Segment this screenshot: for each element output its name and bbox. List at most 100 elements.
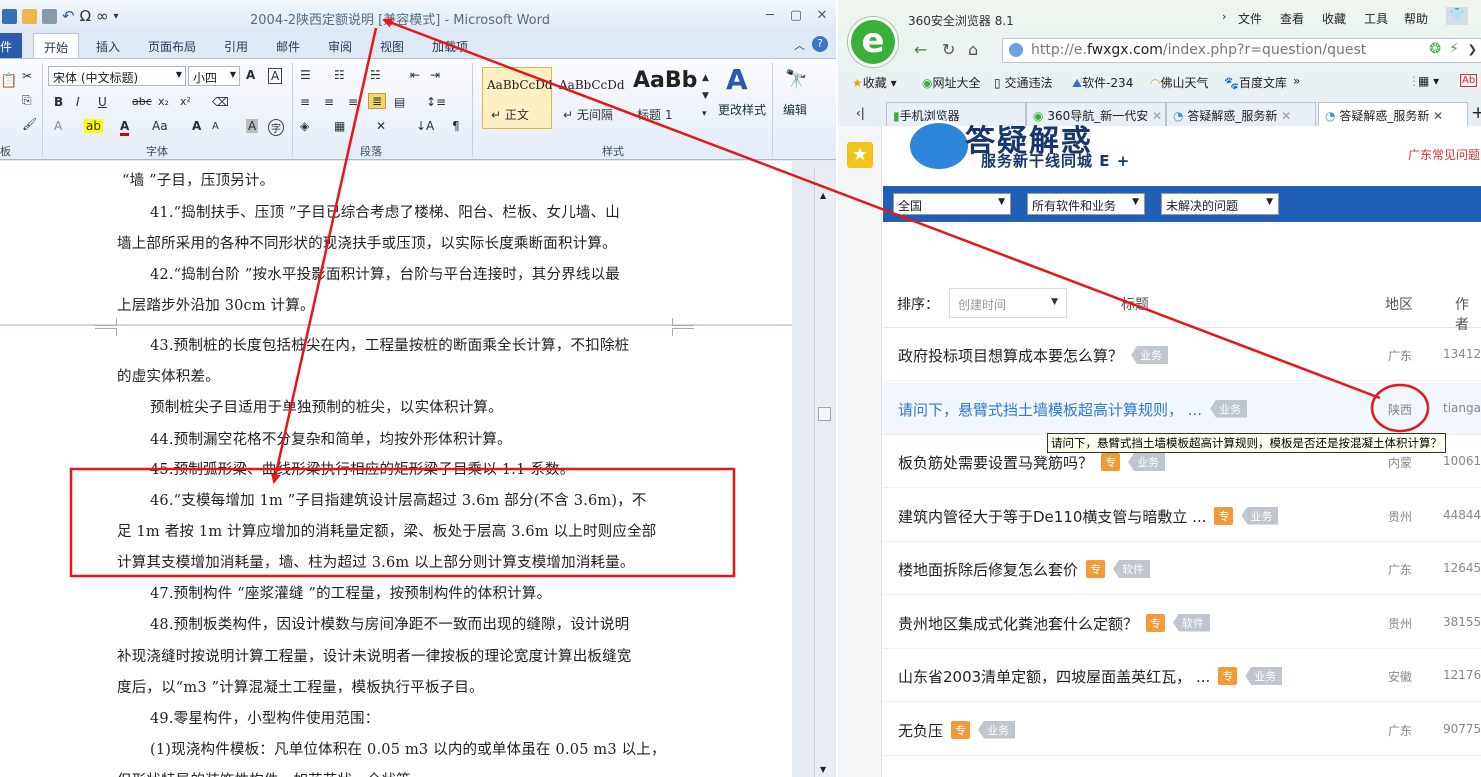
underline-button[interactable]: U: [98, 95, 107, 109]
omega-icon[interactable]: Ω: [80, 7, 91, 25]
shading-icon[interactable]: ◈: [300, 119, 309, 133]
tab-view[interactable]: 视图: [380, 38, 404, 55]
sort-select[interactable]: 创建时间 ▼: [949, 288, 1067, 318]
bold-button[interactable]: B: [54, 95, 63, 109]
home-icon[interactable]: ⌂: [968, 40, 978, 59]
menu-file[interactable]: 文件: [1238, 10, 1262, 27]
align-center-icon[interactable]: ≡: [324, 95, 334, 109]
style-no-spacing[interactable]: AaBbCcDd ↵ 无间隔: [554, 67, 626, 129]
styles-scroll-icon[interactable]: ▲ ▼ ▾: [702, 69, 709, 123]
new-tab-icon[interactable]: +: [1471, 103, 1481, 123]
common-questions-link[interactable]: 广东常见问题: [1408, 146, 1480, 163]
tab-mailings[interactable]: 邮件: [276, 38, 300, 55]
multilevel-list-icon[interactable]: ☵: [370, 68, 381, 82]
skin-icon[interactable]: 👕: [1446, 7, 1468, 25]
close-icon[interactable]: ✕: [812, 8, 832, 23]
vertical-scrollbar[interactable]: ▲ ▼: [814, 169, 834, 777]
menu-favorites[interactable]: 收藏: [1322, 10, 1346, 27]
tab-scroll-left-icon[interactable]: ‹|: [856, 106, 865, 120]
fav-software[interactable]: ⛰软件-234: [1072, 74, 1133, 91]
clear-format-icon[interactable]: ⌫: [212, 95, 229, 109]
question-author[interactable]: 126450: [1443, 561, 1481, 575]
line-spacing-icon[interactable]: ↕≡: [426, 95, 446, 109]
menu-view[interactable]: 查看: [1280, 10, 1304, 27]
question-row[interactable]: 贵州地区集成式化粪池套什么定额？专软件 贵州 381550: [883, 596, 1481, 649]
shrink-font-icon[interactable]: A: [212, 121, 219, 132]
copy-icon[interactable]: ⎘: [22, 93, 32, 108]
print-icon[interactable]: [42, 8, 57, 24]
font-color-icon[interactable]: A: [120, 119, 130, 136]
borders-icon[interactable]: ▦: [334, 119, 345, 133]
enclose-char-icon[interactable]: 字: [268, 119, 284, 136]
question-title-link[interactable]: 贵州地区集成式化粪池套什么定额？专软件: [898, 613, 1211, 634]
question-row[interactable]: 山东省2003清单定额，四坡屋面盖英红瓦， ...专业务 安徽 121769: [883, 649, 1481, 702]
refresh-icon[interactable]: ↻: [942, 40, 955, 59]
minimize-icon[interactable]: ─: [760, 8, 780, 23]
change-case-icon[interactable]: Aa: [152, 119, 168, 133]
question-row[interactable]: 请问下，悬臂式挡土墙模板超高计算规则， ...业务 陕西 tiangao: [883, 381, 1481, 435]
menu-help[interactable]: 帮助: [1404, 10, 1428, 27]
tab-home[interactable]: 开始: [33, 33, 80, 59]
maximize-icon[interactable]: ▢: [786, 8, 806, 23]
question-row[interactable]: 楼地面拆除后修复怎么套价专软件 广东 126450: [883, 542, 1481, 595]
tab-insert[interactable]: 插入: [96, 38, 120, 55]
sort-icon[interactable]: ↓A: [416, 119, 434, 133]
status-filter-select[interactable]: 未解决的问题 ▼: [1161, 193, 1279, 215]
scroll-thumb[interactable]: [818, 407, 831, 421]
save-icon[interactable]: [2, 8, 17, 24]
address-bar[interactable]: http://e.fwxgx.com/index.php?r=question/…: [1002, 38, 1481, 63]
collapse-ribbon-icon[interactable]: ︿: [794, 37, 805, 53]
editing-button[interactable]: 编辑: [783, 101, 807, 118]
browser-tab-qa-1[interactable]: ◔ 答疑解惑_服务新 ✕: [1166, 102, 1316, 126]
strikethrough-button[interactable]: abc: [132, 95, 152, 108]
text-effect-icon[interactable]: A: [54, 119, 62, 133]
change-styles-button[interactable]: 更改样式: [718, 101, 766, 118]
format-painter-icon[interactable]: 🖌: [22, 117, 37, 131]
question-author[interactable]: 100617: [1443, 454, 1481, 468]
fav-site-nav[interactable]: ◉网址大全: [922, 74, 981, 91]
question-author[interactable]: 134122: [1443, 347, 1481, 361]
superscript-button[interactable]: x²: [180, 95, 191, 108]
question-title-link[interactable]: 山东省2003清单定额，四坡屋面盖英红瓦， ... 专业务: [898, 666, 1283, 687]
security-icon[interactable]: ❂: [1429, 41, 1441, 57]
question-author[interactable]: tiangao: [1443, 401, 1481, 415]
justify-icon[interactable]: ≣: [368, 93, 387, 109]
question-author[interactable]: 381550: [1443, 615, 1481, 629]
more-favorites-icon[interactable]: »: [1293, 74, 1300, 88]
infinity-icon[interactable]: ∞: [96, 7, 109, 25]
url-dropdown-icon[interactable]: ❯: [1468, 43, 1477, 56]
tab-page-layout[interactable]: 页面布局: [148, 38, 196, 55]
scroll-up-icon[interactable]: ▲: [820, 191, 826, 200]
star-icon[interactable]: ★: [847, 142, 873, 168]
question-title-link[interactable]: 建筑内管径大于等于De110横支管与暗敷立 ... 专业务: [898, 506, 1279, 527]
question-title-link[interactable]: 请问下，悬臂式挡土墙模板超高计算规则， ... 业务: [898, 399, 1248, 420]
question-row[interactable]: 无负压专业务 广东 907754: [883, 703, 1481, 756]
scroll-down-icon[interactable]: ▼: [820, 765, 826, 774]
distributed-icon[interactable]: ▤: [394, 95, 405, 109]
question-author[interactable]: 121769: [1443, 668, 1481, 682]
increase-indent-icon[interactable]: ⇥: [430, 68, 440, 82]
question-author[interactable]: 907754: [1443, 722, 1481, 736]
question-row[interactable]: 建筑内管径大于等于De110横支管与暗敷立 ...专业务 贵州 448445: [883, 489, 1481, 542]
question-title-link[interactable]: 政府投标项目想算成本要怎么算？ 业务: [898, 345, 1169, 366]
fav-weather[interactable]: ◠佛山天气: [1150, 74, 1209, 91]
show-marks-icon[interactable]: ¶: [452, 119, 460, 133]
align-left-icon[interactable]: ≡: [300, 95, 310, 109]
speed-icon[interactable]: ⚡: [1449, 41, 1459, 57]
decrease-indent-icon[interactable]: ⇤: [410, 68, 420, 82]
numbering-icon[interactable]: ☷: [334, 68, 345, 82]
change-styles-icon[interactable]: A: [726, 63, 748, 96]
question-title-link[interactable]: 板负筋处需要设置马凳筋吗？专业务: [898, 452, 1166, 473]
cut-icon[interactable]: ✂: [22, 69, 32, 83]
tab-addins[interactable]: 加载项: [432, 38, 468, 55]
paste-icon[interactable]: 📋: [0, 73, 17, 89]
menu-tools[interactable]: 工具: [1364, 10, 1388, 27]
category-filter-select[interactable]: 所有软件和业务 ▼: [1027, 193, 1145, 215]
tab-file[interactable]: 件: [0, 33, 22, 58]
fav-traffic[interactable]: ▯ 交通违法: [994, 74, 1052, 91]
style-heading-1[interactable]: AaBb 标题 1: [628, 67, 700, 129]
char-shading-icon[interactable]: A: [246, 119, 259, 133]
italic-button[interactable]: I: [76, 95, 80, 109]
question-row[interactable]: 政府投标项目想算成本要怎么算？业务 广东 134122: [883, 328, 1481, 381]
align-right-icon[interactable]: ≡: [348, 95, 358, 109]
